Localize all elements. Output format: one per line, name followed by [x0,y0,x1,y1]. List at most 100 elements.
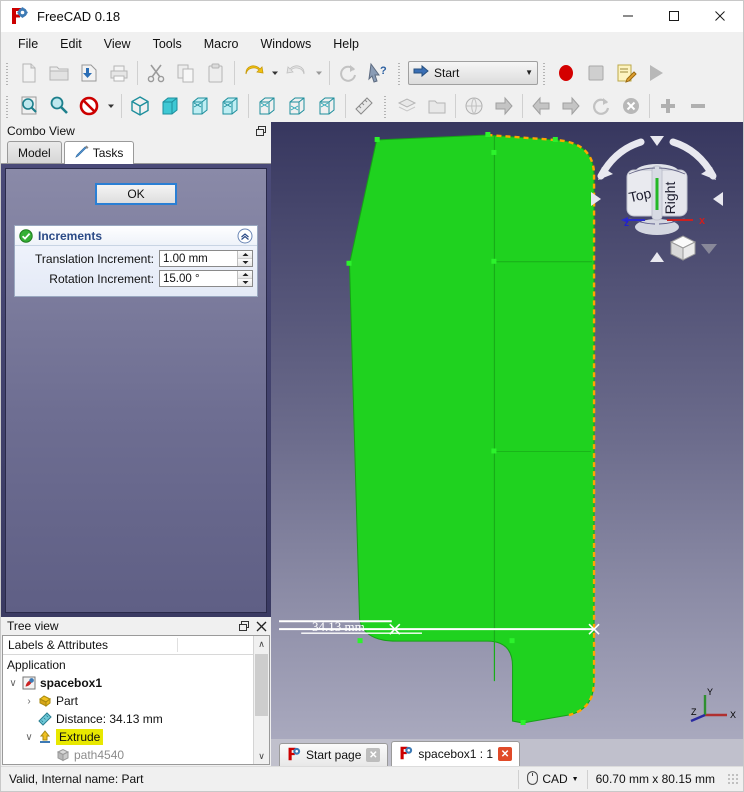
menu-tools[interactable]: Tools [142,34,193,54]
refresh-icon[interactable] [333,58,363,88]
menu-file[interactable]: File [7,34,49,54]
macro-execute-icon[interactable] [641,58,671,88]
menu-edit[interactable]: Edit [49,34,93,54]
print-document-icon[interactable] [104,58,134,88]
window-title: FreeCAD 0.18 [37,8,121,24]
navigation-cube[interactable]: Top Right z x [589,134,725,284]
document-icon [21,676,37,690]
tree-item-extrude[interactable]: ∨ Extrude [3,728,253,746]
tree-view-scrollbar[interactable]: ∧ ∨ [253,636,269,764]
tab-model[interactable]: Model [7,141,62,163]
rotation-increment-stepper[interactable] [237,271,252,286]
stepper-down-icon[interactable] [238,259,252,266]
maximize-button[interactable] [651,0,697,32]
doc-tab-spacebox1[interactable]: spacebox1 : 1 ✕ [391,741,521,766]
stepper-up-icon[interactable] [238,251,252,259]
menu-view[interactable]: View [93,34,142,54]
menu-help[interactable]: Help [322,34,370,54]
toolbar-grip[interactable] [4,93,11,118]
undock-icon[interactable] [254,124,268,138]
stepper-down-icon[interactable] [238,279,252,286]
fit-selection-icon[interactable] [44,91,74,121]
scroll-up-icon[interactable]: ∧ [254,636,269,652]
macro-record-icon[interactable] [551,58,581,88]
tree-twisty[interactable]: ∨ [21,732,37,743]
top-view-icon[interactable] [185,91,215,121]
resize-grip[interactable] [727,773,739,785]
chevron-up-icon[interactable] [237,228,253,244]
translation-increment-input[interactable]: 1.00 mm [159,250,253,267]
ok-button[interactable]: OK [95,183,177,205]
scrollbar-track[interactable] [254,652,269,748]
macro-stop-icon[interactable] [581,58,611,88]
measure-icon[interactable] [349,91,379,121]
navigation-style-value: CAD [542,772,568,786]
front-view-icon[interactable] [155,91,185,121]
menu-windows[interactable]: Windows [250,34,323,54]
tree-item-path4540[interactable]: path4540 [3,746,253,764]
close-icon[interactable] [254,619,268,633]
minimize-button[interactable] [605,0,651,32]
create-group-icon[interactable] [422,91,452,121]
save-document-icon[interactable] [74,58,104,88]
scroll-down-icon[interactable]: ∨ [254,748,269,764]
doc-tab-close-icon[interactable]: ✕ [366,748,381,762]
bottom-view-icon[interactable] [282,91,312,121]
rear-view-icon[interactable] [252,91,282,121]
copy-icon[interactable] [171,58,201,88]
fit-all-icon[interactable] [14,91,44,121]
zoom-out-icon[interactable] [683,91,713,121]
tree-item-part[interactable]: › Part [3,692,253,710]
nav-stop-icon[interactable] [616,91,646,121]
workbench-selector[interactable]: Start ▼ [408,60,538,85]
nav-back-icon[interactable] [526,91,556,121]
doc-tab-close-icon[interactable]: ✕ [498,747,513,761]
macro-edit-icon[interactable] [611,58,641,88]
tree-twisty[interactable]: › [21,696,37,707]
create-part-icon[interactable] [392,91,422,121]
undo-dropdown-arrow-icon[interactable] [268,58,282,88]
tree-item-distance[interactable]: Distance: 34.13 mm [3,710,253,728]
toolbar-grip[interactable] [396,60,403,85]
navigation-style-selector[interactable]: CAD ▼ [518,769,586,789]
toolbar-grip[interactable] [4,60,11,85]
toolbar-grip[interactable] [541,60,548,85]
paste-icon[interactable] [201,58,231,88]
toolbar-grip[interactable] [382,93,389,118]
tree-item-spacebox1[interactable]: ∨ spacebox1 [3,674,253,692]
rotation-increment-input[interactable]: 15.00 ° [159,270,253,287]
tab-tasks[interactable]: Tasks [63,141,135,164]
menu-macro[interactable]: Macro [193,34,250,54]
undock-icon[interactable] [237,619,251,633]
zoom-in-icon[interactable] [653,91,683,121]
tree-column-labels[interactable]: Labels & Attributes [3,638,178,652]
freecad-logo-icon [399,746,413,763]
link-forward-icon[interactable] [489,91,519,121]
tree-root-application[interactable]: Application [3,656,253,674]
isometric-view-icon[interactable] [125,91,155,121]
tree-view-header: Labels & Attributes [3,636,253,655]
redo-icon[interactable] [282,58,312,88]
draw-style-icon[interactable] [74,91,104,121]
tree-twisty[interactable]: ∨ [5,678,21,689]
whats-this-icon[interactable]: ? [363,58,393,88]
scrollbar-thumb[interactable] [255,654,268,716]
cut-icon[interactable] [141,58,171,88]
nav-forward-icon[interactable] [556,91,586,121]
new-document-icon[interactable] [14,58,44,88]
open-document-icon[interactable] [44,58,74,88]
workbench-selector-value: Start [434,65,460,80]
draw-style-dropdown-arrow-icon[interactable] [104,91,118,121]
set-url-icon[interactable] [459,91,489,121]
left-view-icon[interactable] [312,91,342,121]
undo-icon[interactable] [238,58,268,88]
stepper-up-icon[interactable] [238,271,252,279]
redo-dropdown-arrow-icon[interactable] [312,58,326,88]
doc-tab-start-page[interactable]: Start page ✕ [279,743,389,766]
right-view-icon[interactable] [215,91,245,121]
increments-header[interactable]: Increments [15,226,257,246]
translation-increment-stepper[interactable] [237,251,252,266]
close-button[interactable] [697,0,743,32]
3d-viewport[interactable]: 34.13 mm Top Right z x X Y Z [271,122,743,739]
nav-refresh-icon[interactable] [586,91,616,121]
